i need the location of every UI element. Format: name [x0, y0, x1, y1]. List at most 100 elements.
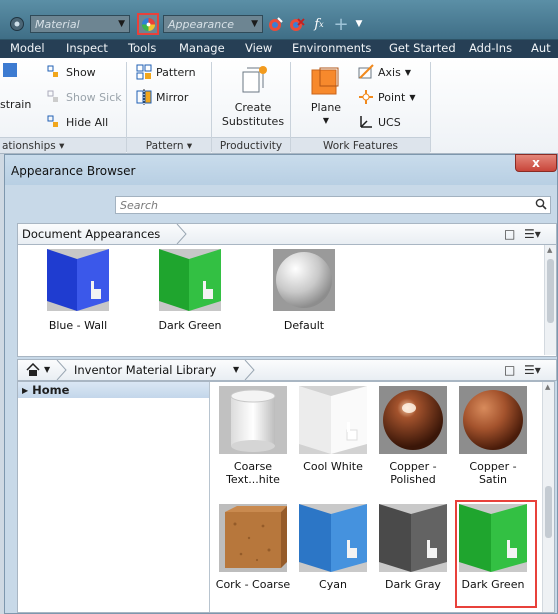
constrain-icon[interactable] [2, 62, 18, 78]
search-icon[interactable] [535, 198, 547, 213]
document-appearances-crumb[interactable]: Document Appearances [22, 227, 160, 241]
library-tile[interactable]: Cool White [294, 386, 372, 473]
swatch-dark-gray [379, 504, 447, 572]
appearance-swatch-default [273, 249, 335, 311]
document-appearances-header: Document Appearances □ ☰▾ [17, 223, 557, 245]
tab-environments[interactable]: Environments [292, 41, 371, 55]
ucs-button[interactable]: UCS [358, 114, 401, 130]
appearance-combo[interactable]: Appearance ▼ [163, 15, 263, 33]
tile-view-icon[interactable]: □ [504, 227, 515, 241]
tree-expand-icon: ▶ [22, 385, 29, 395]
panel-title-productivity: Productivity [212, 137, 290, 153]
library-tile[interactable]: Cork - Coarse [214, 504, 292, 591]
show-sick-label: Show Sick [66, 90, 122, 104]
library-tile[interactable]: Copper - Satin [454, 386, 532, 486]
panel-title-relationships[interactable]: ationships ▾ [0, 137, 126, 153]
plane-label: Plane [310, 101, 342, 114]
tab-inspect[interactable]: Inspect [66, 41, 108, 55]
window-title-bar[interactable]: Appearance Browser [5, 155, 557, 185]
library-header: ▼ Inventor Material Library ▼ □ ☰▾ [17, 359, 557, 381]
tab-get-started[interactable]: Get Started [389, 41, 456, 55]
library-tile[interactable]: Coarse Text...hite [214, 386, 292, 486]
library-tile[interactable]: Copper - Polished [374, 386, 452, 486]
appearance-label: Dark Gray [385, 578, 441, 591]
document-appearances-scrollbar[interactable]: ▲ [544, 245, 556, 355]
scrollbar-thumb[interactable] [545, 486, 552, 538]
swatch-copper-polished [379, 386, 447, 454]
material-combo[interactable]: Material ▼ [30, 15, 130, 33]
breadcrumb-chevron-icon [176, 224, 187, 244]
adjust-appearance-icon[interactable] [267, 15, 285, 33]
clear-appearance-icon[interactable] [288, 15, 306, 33]
tab-tools[interactable]: Tools [128, 41, 156, 55]
color-wheel-icon[interactable] [137, 13, 159, 35]
point-icon [358, 89, 374, 105]
function-icon[interactable]: fx [310, 15, 328, 33]
appearance-label: Cork - Coarse [215, 578, 291, 591]
tab-model[interactable]: Model [10, 41, 45, 55]
swatch-cork-coarse [219, 504, 287, 572]
ribbon-separator [430, 62, 431, 152]
app-menu-icon[interactable] [8, 15, 26, 33]
close-button[interactable]: x [515, 154, 557, 172]
pattern-icon [136, 64, 152, 80]
ribbon-body: strain Show Show Sick Hide All Pattern M… [0, 58, 558, 154]
tab-manage[interactable]: Manage [179, 41, 225, 55]
tile-view-icon[interactable]: □ [504, 363, 515, 377]
plane-button[interactable]: Plane ▼ [300, 60, 352, 136]
document-appearance-tile[interactable]: Default [264, 249, 344, 332]
list-options-icon[interactable]: ☰▾ [524, 363, 541, 377]
show-icon [46, 64, 62, 80]
material-combo-value: Material [35, 17, 80, 31]
create-substitutes-label-1: Create [234, 101, 272, 114]
create-substitutes-button[interactable]: Create Substitutes [218, 60, 288, 136]
hide-all-label: Hide All [66, 115, 109, 129]
scroll-up-icon[interactable]: ▲ [545, 383, 550, 391]
appearance-label: Copper - Satin [469, 460, 517, 486]
customize-dropdown-icon[interactable]: ▼ [352, 15, 366, 33]
axis-button[interactable]: Axis ▼ [358, 64, 411, 80]
chevron-down-icon: ▼ [409, 92, 416, 102]
hide-all-button[interactable]: Hide All [46, 114, 108, 130]
home-dropdown-icon[interactable]: ▼ [44, 365, 50, 374]
mirror-label: Mirror [156, 90, 189, 104]
mirror-icon [136, 89, 152, 105]
ucs-icon [358, 114, 374, 130]
library-tile[interactable]: Dark Gray [374, 504, 452, 591]
show-button[interactable]: Show [46, 64, 96, 80]
appearance-label: Cyan [319, 578, 347, 591]
pattern-label: Pattern [156, 65, 196, 79]
inventor-material-library-crumb[interactable]: Inventor Material Library [74, 363, 216, 377]
appearance-label: Dark Green [158, 319, 222, 332]
tab-view[interactable]: View [245, 41, 272, 55]
library-scrollbar[interactable]: ▲ [542, 382, 554, 612]
library-dropdown-icon[interactable]: ▼ [233, 365, 239, 374]
panel-title-pattern[interactable]: Pattern ▾ [127, 137, 211, 153]
home-icon[interactable] [26, 362, 40, 379]
library-tile[interactable]: Cyan [294, 504, 372, 591]
breadcrumb-chevron-icon [56, 360, 67, 380]
search-input[interactable] [116, 197, 526, 213]
document-appearance-tile[interactable]: Blue - Wall [38, 249, 118, 332]
mirror-button[interactable]: Mirror [136, 89, 188, 105]
chevron-down-icon: ▼ [118, 19, 125, 29]
constrain-button[interactable]: strain [0, 98, 31, 111]
point-button[interactable]: Point ▼ [358, 89, 415, 105]
plus-icon[interactable]: + [332, 14, 350, 35]
appearance-swatch-dark-green [159, 249, 221, 311]
ribbon-tab-bar: Model Inspect Tools Manage View Environm… [0, 40, 558, 58]
list-options-icon[interactable]: ☰▾ [524, 227, 541, 241]
tab-autodesk[interactable]: Aut [531, 41, 551, 55]
scrollbar-thumb[interactable] [547, 259, 554, 323]
document-appearance-tile[interactable]: Dark Green [150, 249, 230, 332]
swatch-coarse-texture-white [219, 386, 287, 454]
quick-access-toolbar: Material ▼ Appearance ▼ fx + ▼ [0, 0, 558, 40]
library-tree: ▶ Home [18, 382, 210, 612]
swatch-copper-satin [459, 386, 527, 454]
tab-add-ins[interactable]: Add-Ins [469, 41, 512, 55]
show-sick-button[interactable]: Show Sick [46, 89, 122, 105]
tree-item-home[interactable]: ▶ Home [18, 382, 209, 398]
appearance-label: Cool White [303, 460, 363, 473]
scroll-up-icon[interactable]: ▲ [547, 246, 552, 254]
pattern-button[interactable]: Pattern [136, 64, 196, 80]
